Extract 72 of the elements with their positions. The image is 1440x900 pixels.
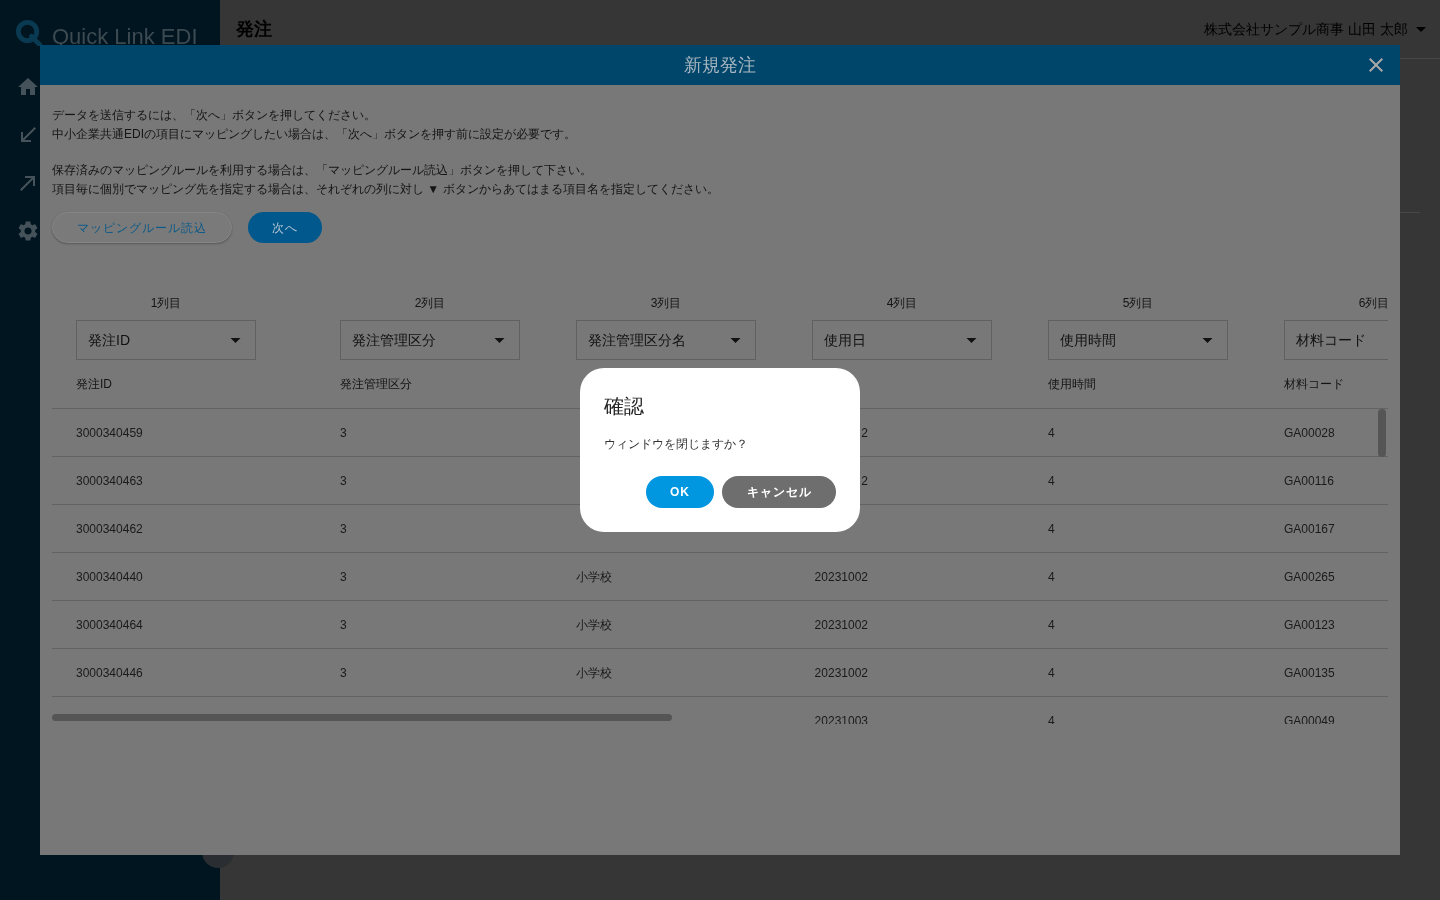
- table-cell-text: GA00167: [1284, 520, 1335, 538]
- table-cell-text: 4: [1048, 616, 1055, 634]
- next-button[interactable]: 次へ: [248, 212, 322, 243]
- mapping-select[interactable]: 使用日: [812, 320, 992, 360]
- table-cell-text: 4: [1048, 472, 1055, 490]
- table-cell-text: 4: [1048, 568, 1055, 586]
- table-cell-text: 3: [340, 520, 347, 538]
- table-cell-text: 3: [340, 472, 347, 490]
- table-cell-text: 3: [340, 664, 347, 682]
- mapping-select[interactable]: 材料コード: [1284, 320, 1388, 360]
- instruction-text: データを送信するには、「次へ」ボタンを押してください。: [52, 107, 376, 124]
- table-cell-text: 3000340462: [76, 520, 143, 538]
- vertical-scrollbar-thumb[interactable]: [1378, 409, 1386, 457]
- column-position-label: 4列目: [886, 295, 918, 311]
- table-cell-text: 20231002: [814, 664, 868, 682]
- table-cell-text: 2: [861, 472, 868, 490]
- caret-icon: [1416, 26, 1426, 32]
- table-cell-text: 小学校: [576, 664, 612, 682]
- table-cell-text: 3000340446: [76, 664, 143, 682]
- mapping-select[interactable]: 使用時間: [1048, 320, 1228, 360]
- mapping-select[interactable]: 発注管理区分: [340, 320, 520, 360]
- table-cell-text: 20231003: [814, 712, 868, 724]
- column-position-label: 3列目: [650, 295, 682, 311]
- table-cell-text: GA00028: [1284, 424, 1335, 442]
- column-position-label: 5列目: [1122, 295, 1154, 311]
- table-cell-text: 4: [1048, 712, 1055, 724]
- table-cell-text: 3: [340, 616, 347, 634]
- table-cell-text: GA00116: [1284, 472, 1334, 490]
- mapping-select[interactable]: 発注管理区分名: [576, 320, 756, 360]
- table-cell-text: 20231002: [814, 616, 868, 634]
- instruction-text: 項目毎に個別でマッピング先を指定する場合は、それぞれの列に対し ▼ ボタンからあてはまる項目名を指定してください。: [52, 181, 719, 198]
- caret-icon: [730, 337, 741, 343]
- table-cell-text: 4: [1048, 424, 1055, 442]
- column-header: 発注管理区分: [340, 376, 412, 393]
- horizontal-scrollbar-thumb[interactable]: [52, 714, 672, 721]
- logo-icon: [15, 19, 42, 46]
- table-cell-text: 4: [1048, 664, 1055, 682]
- table-cell-text: 小学校: [576, 616, 612, 634]
- column-position-label: 6列目: [1358, 295, 1390, 311]
- instruction-text: 中小企業共通EDIの項目にマッピングしたい場合は、「次へ」ボタンを押す前に設定が必要です。: [52, 126, 576, 143]
- instruction-text: 保存済みのマッピングルールを利用する場合は、「マッピングルール読込」ボタンを押して下さい。: [52, 162, 592, 179]
- caret-icon: [966, 337, 977, 343]
- dialog-title: 確認: [604, 394, 644, 419]
- table-cell-text: GA00135: [1284, 664, 1335, 682]
- table-cell-text: 3: [340, 568, 347, 586]
- table-cell-text: 3000340440: [76, 568, 143, 586]
- table-cell-text: 2: [861, 424, 868, 442]
- caret-icon: [494, 337, 505, 343]
- mapping-select[interactable]: 発注ID: [76, 320, 256, 360]
- modal-title: 新規発注: [684, 53, 756, 77]
- column-header: 発注ID: [76, 376, 112, 393]
- column-header: 材料コード: [1284, 376, 1344, 393]
- column-position-label: 2列目: [414, 295, 446, 311]
- column-position-label: 1列目: [150, 295, 182, 311]
- table-cell-text: 4: [1048, 520, 1055, 538]
- table-cell-text: GA00049: [1284, 712, 1335, 724]
- table-cell-text: 3: [340, 424, 347, 442]
- table-cell-text: GA00265: [1284, 568, 1335, 586]
- logo-text: Quick Link EDI: [52, 25, 198, 49]
- table-cell-text: 3000340464: [76, 616, 143, 634]
- table-cell-text: 3000340459: [76, 424, 143, 442]
- cancel-button[interactable]: キャンセル: [722, 476, 836, 508]
- caret-icon: [1202, 337, 1213, 343]
- table-cell-text: 3000340463: [76, 472, 143, 490]
- column-header: 使用時間: [1048, 376, 1096, 393]
- dialog-message: ウィンドウを閉じますか？: [604, 436, 748, 453]
- ok-button[interactable]: OK: [646, 476, 714, 508]
- table-cell-text: 小学校: [576, 568, 612, 586]
- settings-icon[interactable]: [16, 219, 40, 243]
- table-cell-text: 20231002: [814, 568, 868, 586]
- caret-icon: [230, 337, 241, 343]
- table-cell-text: GA00123: [1284, 616, 1335, 634]
